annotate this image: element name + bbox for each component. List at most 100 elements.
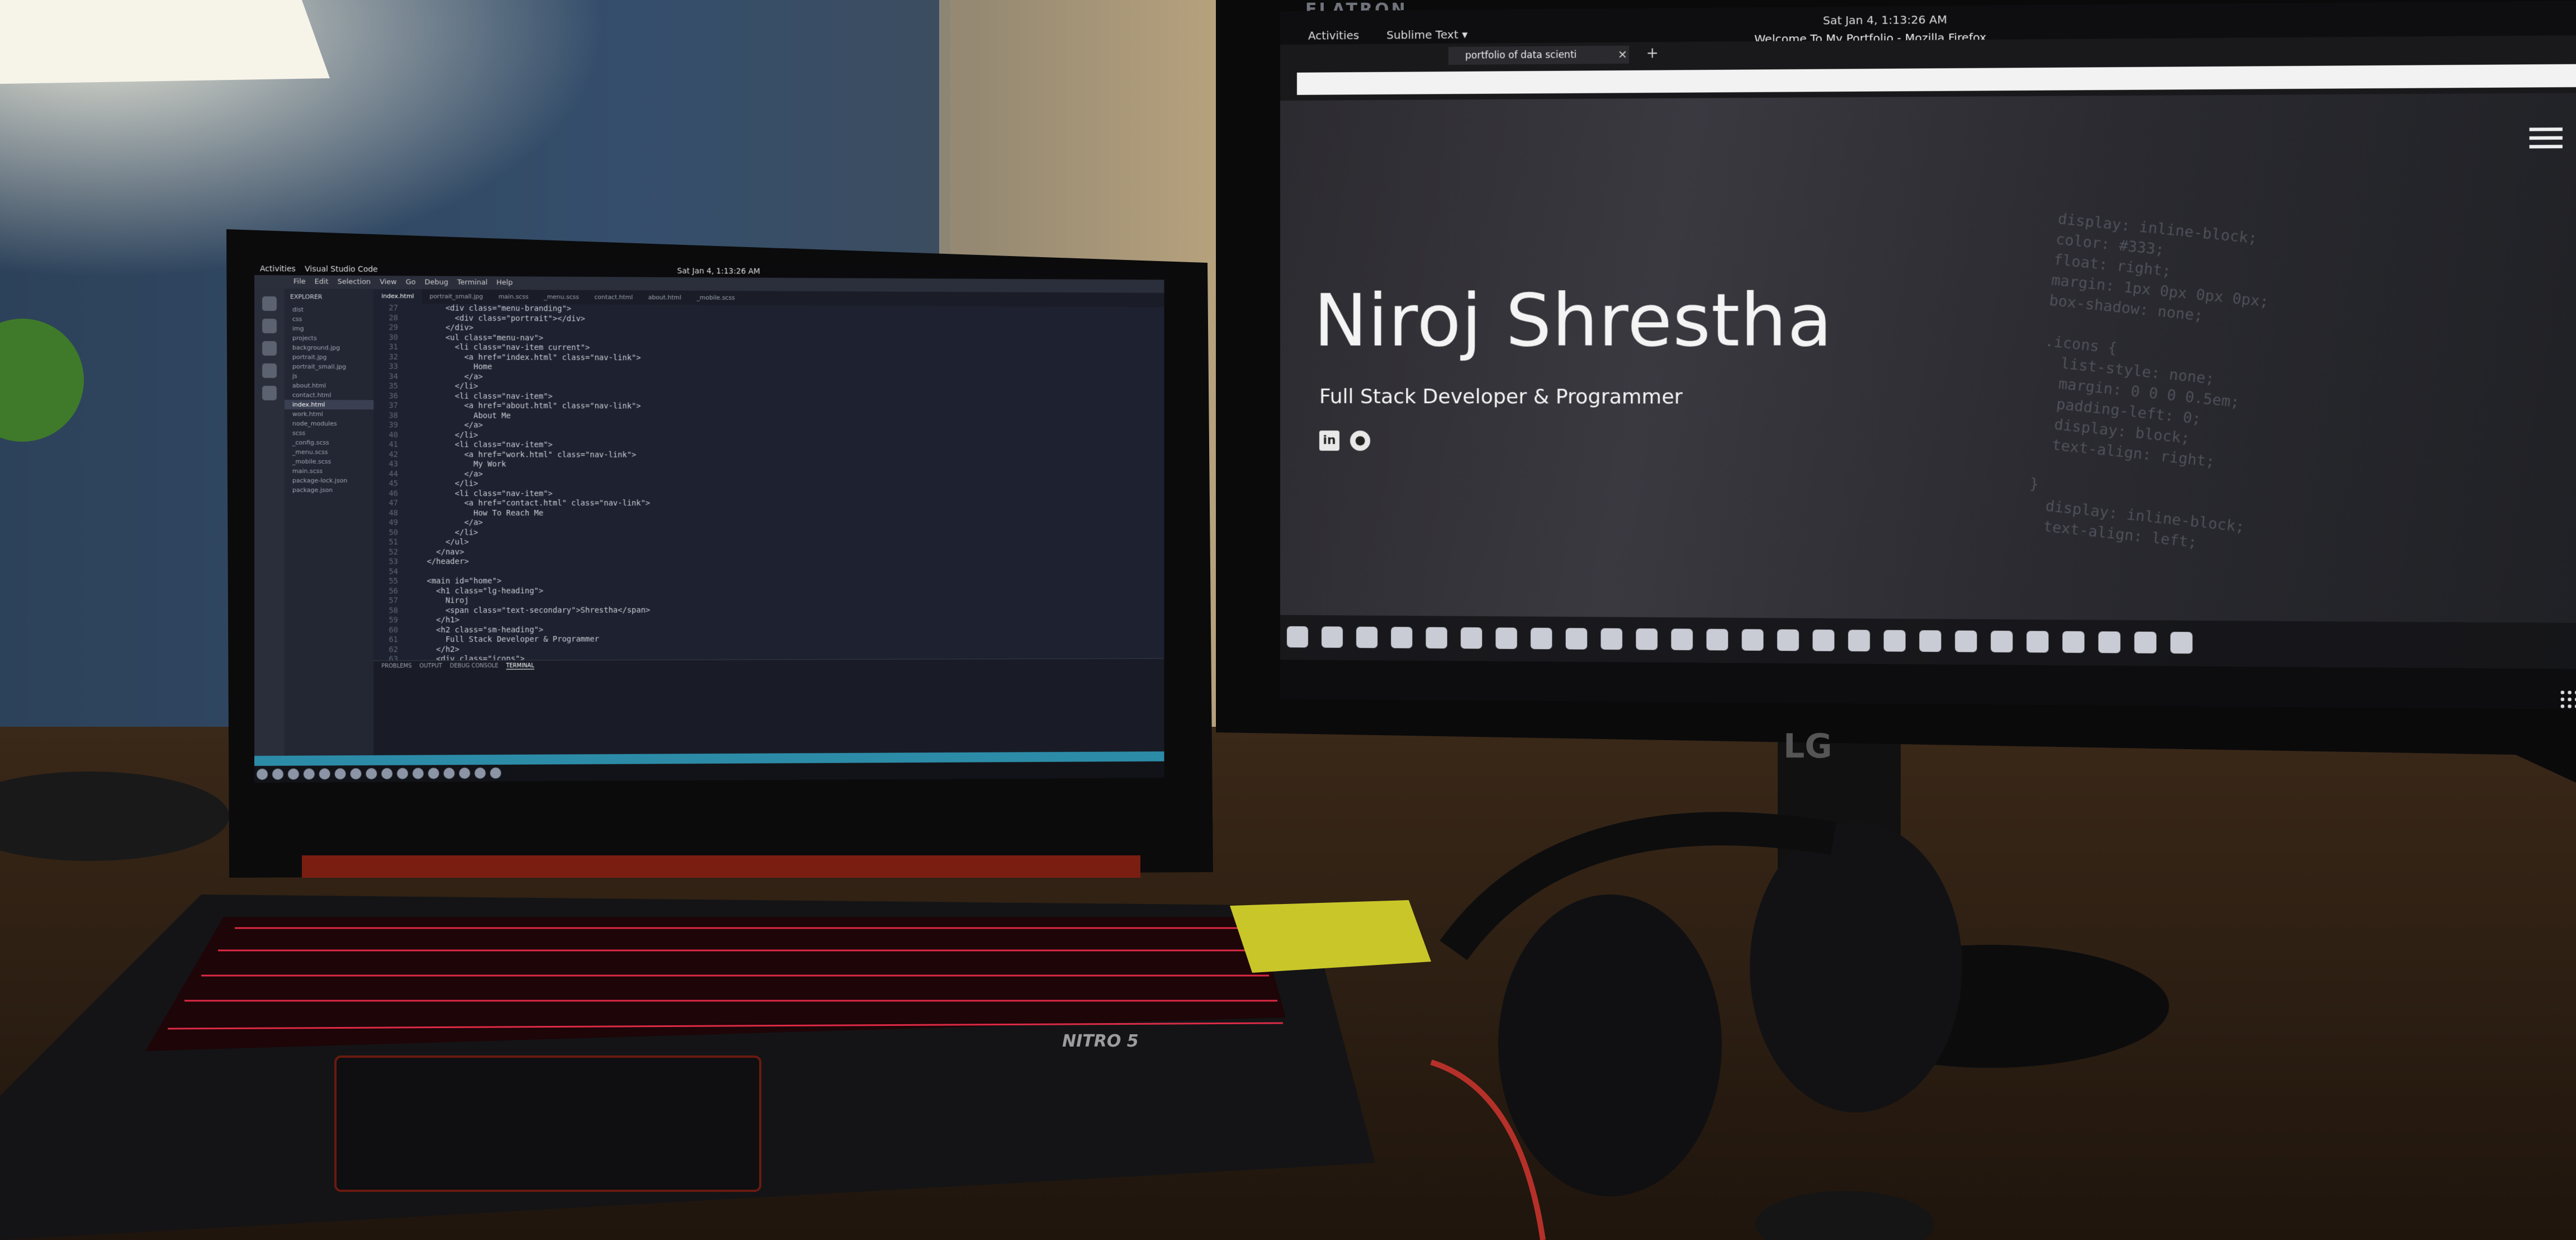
- dock-app-icon[interactable]: [1777, 630, 1799, 651]
- dock-app-icon[interactable]: [2099, 631, 2120, 653]
- explorer-file[interactable]: _config.scss: [285, 438, 373, 447]
- explorer-file[interactable]: _menu.scss: [285, 447, 373, 457]
- search-icon[interactable]: [262, 319, 277, 333]
- dock-app-icon[interactable]: [1955, 631, 1977, 652]
- dock-app-icon[interactable]: [1636, 628, 1658, 650]
- dock-app-icon[interactable]: [1600, 628, 1622, 650]
- app-grid-icon[interactable]: [2559, 689, 2576, 709]
- dock-app-icon[interactable]: [319, 768, 330, 779]
- editor-tab[interactable]: contact.html: [587, 290, 641, 305]
- laptop-activities[interactable]: Activities: [260, 264, 296, 273]
- explorer-file[interactable]: portrait.jpg: [285, 352, 373, 362]
- dock-app-icon[interactable]: [366, 768, 377, 779]
- dock-app-icon[interactable]: [1919, 630, 1941, 652]
- menu-item-edit[interactable]: Edit: [315, 278, 329, 286]
- dock-app-icon[interactable]: [1426, 627, 1447, 649]
- dock-app-icon[interactable]: [304, 768, 315, 779]
- panel-tab[interactable]: OUTPUT: [419, 663, 442, 669]
- dock-app-icon[interactable]: [381, 768, 392, 779]
- monitor-clock[interactable]: Sat Jan 4, 1:13:26 AM: [1823, 13, 1947, 27]
- dock-app-icon[interactable]: [1391, 627, 1412, 648]
- dock-app-icon[interactable]: [1707, 629, 1729, 651]
- dock-app-icon[interactable]: [428, 768, 439, 779]
- dock-app-icon[interactable]: [2026, 631, 2048, 652]
- dock-app-icon[interactable]: [272, 769, 283, 780]
- panel-tab[interactable]: TERMINAL: [506, 663, 534, 670]
- explorer-file[interactable]: work.html: [285, 409, 373, 419]
- dock-app-icon[interactable]: [1495, 627, 1517, 649]
- linkedin-icon[interactable]: in: [1319, 430, 1339, 451]
- dock-app-icon[interactable]: [1531, 628, 1552, 649]
- dock-app-icon[interactable]: [1884, 630, 1906, 652]
- monitor-activities[interactable]: Activities: [1308, 29, 1359, 42]
- source-control-icon[interactable]: [262, 341, 277, 356]
- dock-app-icon[interactable]: [1812, 630, 1834, 651]
- dock-app-icon[interactable]: [351, 768, 362, 779]
- menu-item-selection[interactable]: Selection: [338, 278, 371, 286]
- dock-app-icon[interactable]: [1671, 628, 1693, 650]
- laptop-app-name[interactable]: Visual Studio Code: [305, 264, 378, 274]
- menu-item-go[interactable]: Go: [406, 278, 416, 286]
- extensions-icon[interactable]: [262, 386, 277, 400]
- dock-app-icon[interactable]: [335, 768, 346, 779]
- editor-tab[interactable]: portrait_small.jpg: [422, 289, 490, 304]
- explorer-file[interactable]: projects: [285, 333, 373, 343]
- menu-item-file[interactable]: File: [293, 277, 306, 286]
- explorer-icon[interactable]: [262, 296, 277, 311]
- menu-item-terminal[interactable]: Terminal: [457, 278, 487, 287]
- dock-app-icon[interactable]: [1461, 627, 1482, 649]
- github-icon[interactable]: ●: [1350, 430, 1370, 451]
- dock-app-icon[interactable]: [1287, 626, 1308, 647]
- explorer-file[interactable]: contact.html: [285, 390, 373, 400]
- dock-app-icon[interactable]: [459, 768, 470, 779]
- menu-item-help[interactable]: Help: [496, 278, 513, 287]
- panel-tab[interactable]: DEBUG CONSOLE: [450, 663, 499, 669]
- dock-app-icon[interactable]: [2134, 632, 2157, 654]
- menu-item-view[interactable]: View: [380, 278, 397, 286]
- dock-app-icon[interactable]: [1742, 629, 1764, 651]
- dock-app-icon[interactable]: [413, 768, 424, 779]
- dock-app-icon[interactable]: [397, 768, 408, 779]
- menu-item-debug[interactable]: Debug: [424, 278, 448, 287]
- explorer-file[interactable]: scss: [285, 428, 373, 438]
- dock-app-icon[interactable]: [1848, 630, 1870, 651]
- dock-app-icon[interactable]: [443, 768, 454, 779]
- monitor-app-menu[interactable]: Sublime Text ▾: [1386, 27, 1467, 41]
- editor-tab[interactable]: about.html: [641, 290, 689, 305]
- dock-app-icon[interactable]: [475, 768, 486, 779]
- dock-app-icon[interactable]: [2062, 631, 2084, 653]
- explorer-file[interactable]: _mobile.scss: [285, 457, 373, 466]
- explorer-file[interactable]: package.json: [285, 485, 373, 495]
- dock-app-icon[interactable]: [1322, 626, 1343, 647]
- explorer-file[interactable]: dist: [285, 305, 373, 315]
- explorer-file[interactable]: portrait_small.jpg: [285, 362, 373, 371]
- dock-app-icon[interactable]: [1991, 631, 2012, 652]
- explorer-file[interactable]: main.scss: [285, 466, 373, 476]
- explorer-file[interactable]: package-lock.json: [285, 476, 373, 485]
- editor-tab[interactable]: _mobile.scss: [689, 291, 742, 305]
- explorer-file[interactable]: background.jpg: [285, 343, 373, 353]
- explorer-file[interactable]: node_modules: [285, 419, 373, 428]
- explorer-file[interactable]: css: [285, 314, 373, 324]
- debug-icon[interactable]: [262, 363, 277, 378]
- editor-tab[interactable]: _menu.scss: [536, 290, 586, 304]
- tab-close-icon[interactable]: ✕: [1618, 46, 1627, 64]
- dock-app-icon[interactable]: [288, 769, 299, 780]
- dock-app-icon[interactable]: [1356, 627, 1377, 648]
- explorer-file[interactable]: img: [285, 324, 373, 334]
- editor-tab[interactable]: main.scss: [491, 290, 536, 304]
- explorer-file[interactable]: about.html: [285, 381, 373, 390]
- explorer-file[interactable]: js: [285, 371, 373, 381]
- hamburger-menu-icon[interactable]: [2530, 127, 2563, 148]
- laptop-clock[interactable]: Sat Jan 4, 1:13:26 AM: [677, 265, 760, 278]
- panel-tab[interactable]: PROBLEMS: [381, 663, 411, 669]
- new-tab-button[interactable]: +: [1646, 44, 1659, 62]
- dock-app-icon[interactable]: [257, 769, 268, 780]
- dock-app-icon[interactable]: [2170, 632, 2193, 654]
- vscode-editor[interactable]: 27 <div class="menu-branding"> 28 <div cl…: [373, 304, 1153, 660]
- dock-app-icon[interactable]: [490, 768, 501, 779]
- explorer-file[interactable]: index.html: [285, 400, 373, 409]
- editor-tab[interactable]: index.html: [373, 289, 422, 304]
- dock-app-icon[interactable]: [1566, 628, 1587, 650]
- firefox-tab[interactable]: portfolio of data scienti: [1448, 46, 1629, 65]
